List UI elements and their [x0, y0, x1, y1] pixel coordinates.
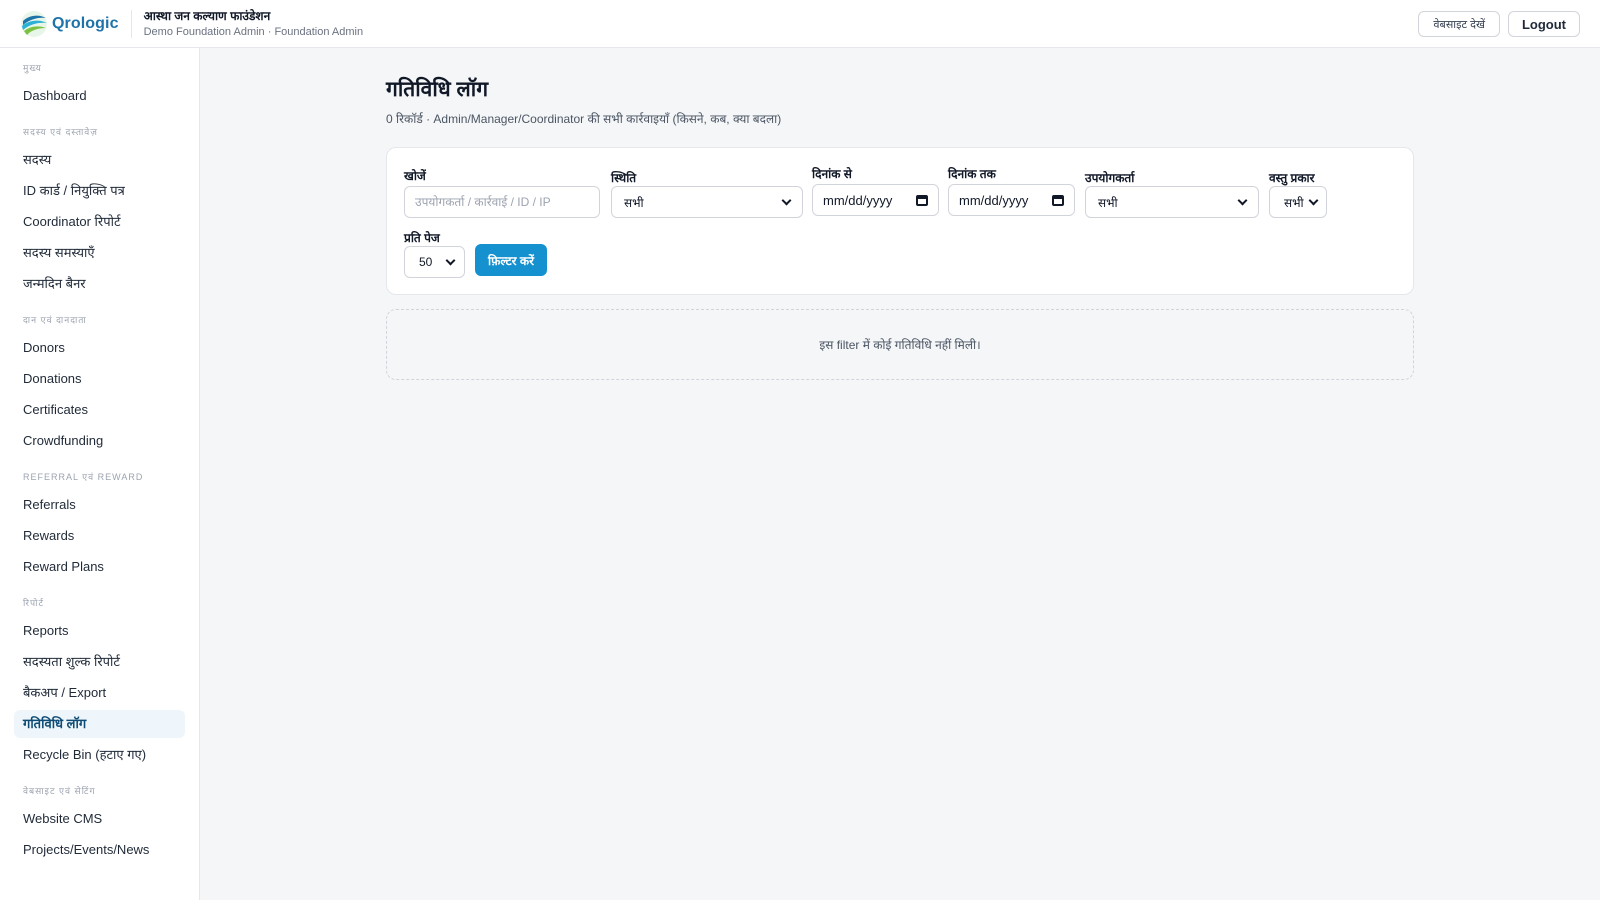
- per-page-select[interactable]: 50: [404, 246, 465, 278]
- chevron-down-icon: [781, 195, 792, 205]
- date-from-value: mm/dd/yyyy: [823, 192, 893, 208]
- sidebar-item-projects-events-news[interactable]: Projects/Events/News: [14, 836, 185, 864]
- top-actions: वेबसाइट देखें Logout: [1418, 11, 1580, 37]
- page-title: गतिविधि लॉग: [386, 78, 489, 101]
- chevron-down-icon: [1308, 195, 1319, 205]
- date-to-value: mm/dd/yyyy: [959, 192, 1029, 208]
- sidebar: मुख्य Dashboard सदस्य एवं दस्तावेज़ सदस्…: [0, 48, 200, 900]
- sidebar-item-rewards[interactable]: Rewards: [14, 522, 185, 550]
- sidebar-section-title: रिपोर्ट: [23, 598, 44, 608]
- logout-button[interactable]: Logout: [1507, 11, 1580, 37]
- top-bar: Qrologic आस्था जन कल्याण फाउंडेशन Demo F…: [0, 0, 1600, 48]
- search-label: खोजें: [404, 169, 426, 183]
- view-website-button[interactable]: वेबसाइट देखें: [1418, 11, 1500, 37]
- date-to-label: दिनांक तक: [948, 167, 996, 181]
- sidebar-section-title: सदस्य एवं दस्तावेज़: [23, 127, 98, 137]
- sidebar-item-birthday-banner[interactable]: जन्मदिन बैनर: [14, 270, 185, 298]
- header-divider: [130, 9, 132, 38]
- sidebar-item-donations[interactable]: Donations: [14, 365, 185, 393]
- main-content: गतिविधि लॉग 0 रिकॉर्ड · Admin/Manager/Co…: [386, 48, 1414, 380]
- sidebar-item-recycle-bin[interactable]: Recycle Bin (हटाए गए): [14, 741, 185, 769]
- sidebar-item-donors[interactable]: Donors: [14, 334, 185, 362]
- calendar-icon[interactable]: [1052, 194, 1064, 206]
- object-type-select-value: सभी: [1284, 195, 1304, 210]
- date-to-input[interactable]: mm/dd/yyyy: [948, 184, 1075, 216]
- status-select-value: सभी: [624, 195, 644, 210]
- sidebar-item-referrals[interactable]: Referrals: [14, 491, 185, 519]
- sidebar-item-id-cards[interactable]: ID कार्ड / नियुक्ति पत्र: [14, 177, 185, 205]
- user-label: उपयोगकर्ता: [1085, 171, 1135, 185]
- sidebar-item-member-issues[interactable]: सदस्य समस्याएँ: [14, 239, 185, 267]
- sidebar-item-certificates[interactable]: Certificates: [14, 396, 185, 424]
- calendar-icon[interactable]: [916, 194, 928, 206]
- sidebar-item-members[interactable]: सदस्य: [14, 146, 185, 174]
- sidebar-section-title: Referral एवं Reward: [23, 472, 144, 482]
- sidebar-item-activity-log[interactable]: गतिविधि लॉग: [14, 710, 185, 738]
- org-block: आस्था जन कल्याण फाउंडेशन Demo Foundation…: [144, 9, 364, 39]
- per-page-value: 50: [419, 255, 433, 269]
- qrologic-logo-icon: [20, 10, 48, 38]
- sidebar-section-title: दान एवं दानदाता: [23, 315, 87, 325]
- object-type-select[interactable]: सभी: [1269, 186, 1327, 218]
- object-type-label: वस्तु प्रकार: [1269, 171, 1315, 185]
- user-select-value: सभी: [1098, 195, 1118, 210]
- search-input[interactable]: [404, 186, 600, 218]
- status-select[interactable]: सभी: [611, 186, 803, 218]
- sidebar-section-title: वेबसाइट एवं सेटिंग: [23, 786, 96, 796]
- filter-card: खोजें स्थिति सभी दिनांक से mm/dd/yyyy दि…: [386, 147, 1414, 295]
- brand[interactable]: Qrologic: [20, 10, 119, 38]
- empty-state-message: इस filter में कोई गतिविधि नहीं मिली।: [819, 338, 981, 352]
- filter-button[interactable]: फ़िल्टर करें: [475, 244, 548, 276]
- status-label: स्थिति: [611, 171, 637, 185]
- per-page-label: प्रति पेज: [404, 231, 440, 245]
- sidebar-item-dashboard[interactable]: Dashboard: [14, 82, 185, 110]
- chevron-down-icon: [1237, 195, 1248, 205]
- sidebar-section-title: मुख्य: [23, 63, 42, 73]
- user-select[interactable]: सभी: [1085, 186, 1259, 218]
- empty-state: इस filter में कोई गतिविधि नहीं मिली।: [386, 309, 1414, 380]
- sidebar-item-coordinator-report[interactable]: Coordinator रिपोर्ट: [14, 208, 185, 236]
- org-subtitle: Demo Foundation Admin · Foundation Admin: [143, 25, 364, 38]
- date-from-label: दिनांक से: [812, 167, 852, 181]
- sidebar-item-reward-plans[interactable]: Reward Plans: [14, 553, 185, 581]
- brand-name: Qrologic: [52, 14, 119, 32]
- sidebar-item-membership-fee-report[interactable]: सदस्यता शुल्क रिपोर्ट: [14, 648, 185, 676]
- sidebar-item-crowdfunding[interactable]: Crowdfunding: [14, 427, 185, 455]
- page-subtitle: 0 रिकॉर्ड · Admin/Manager/Coordinator की…: [386, 112, 782, 126]
- sidebar-item-reports[interactable]: Reports: [14, 617, 185, 645]
- sidebar-item-backup-export[interactable]: बैकअप / Export: [14, 679, 185, 707]
- sidebar-item-website-cms[interactable]: Website CMS: [14, 805, 185, 833]
- chevron-down-icon: [445, 255, 456, 265]
- date-from-input[interactable]: mm/dd/yyyy: [812, 184, 939, 216]
- org-name: आस्था जन कल्याण फाउंडेशन: [143, 8, 271, 23]
